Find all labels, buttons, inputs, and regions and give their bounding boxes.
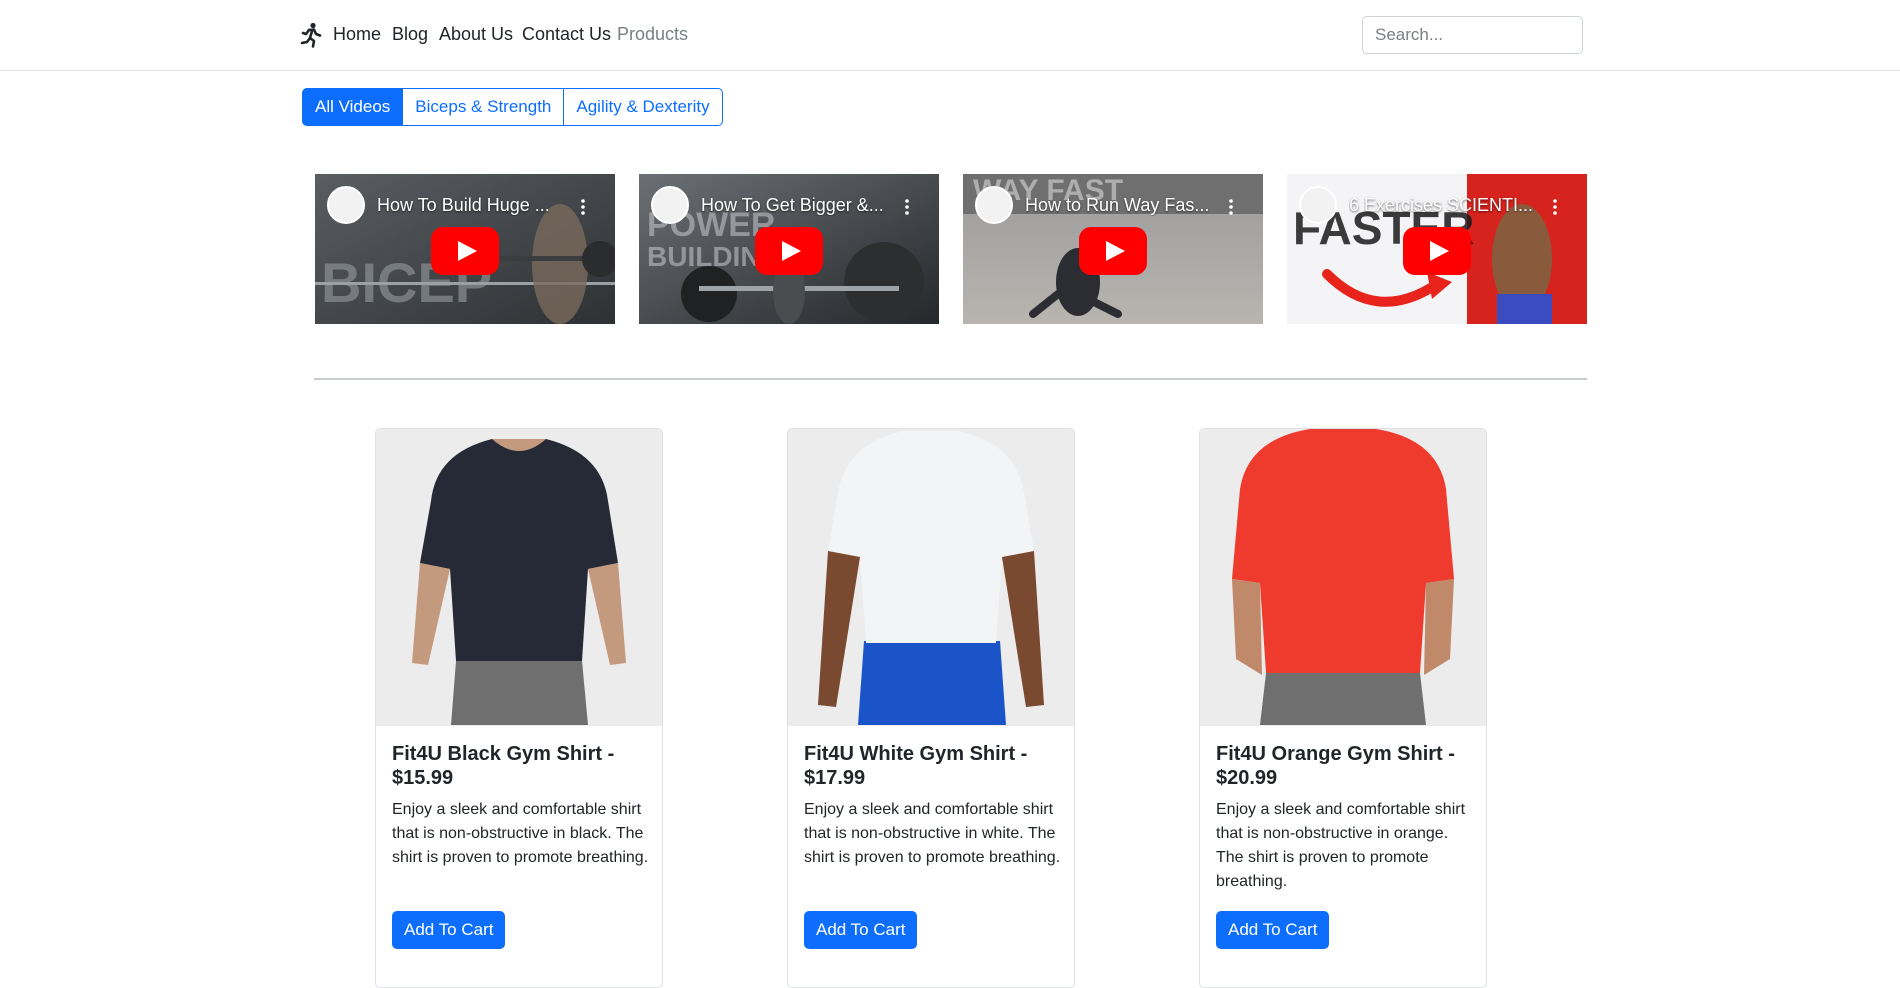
running-person-icon[interactable] [300, 22, 322, 48]
youtube-play-icon[interactable] [1079, 227, 1147, 275]
product-card-white-shirt: Fit4U White Gym Shirt - $17.99 Enjoy a s… [787, 428, 1075, 988]
video-title: How to Run Way Fas... [1025, 195, 1210, 215]
nav-link-blog[interactable]: Blog [392, 22, 428, 46]
video-embed-4[interactable]: FASTER 6 Exercises SCIENTI... [1287, 174, 1587, 324]
shirt-shape [1232, 429, 1454, 673]
section-divider [314, 378, 1587, 380]
video-title: How To Get Bigger &... [701, 195, 884, 215]
filter-all-videos-button[interactable]: All Videos [302, 88, 404, 126]
video-embed-3[interactable]: WAY FAST How to Run Way Fas... [963, 174, 1263, 324]
youtube-play-icon[interactable] [755, 227, 823, 275]
add-to-cart-button[interactable]: Add To Cart [804, 911, 918, 949]
product-title: Fit4U Black Gym Shirt - $15.99 [392, 743, 615, 789]
filter-biceps-strength-button[interactable]: Biceps & Strength [402, 88, 565, 126]
nav-link-about-us[interactable]: About Us [439, 22, 513, 46]
product-image [788, 429, 1074, 726]
channel-avatar [327, 186, 365, 224]
filter-agility-dexterity-button[interactable]: Agility & Dexterity [563, 88, 723, 126]
add-to-cart-button[interactable]: Add To Cart [392, 911, 506, 949]
video-embed-2[interactable]: POWER BUILDING How To Get Bigger &... [639, 174, 939, 324]
product-title: Fit4U Orange Gym Shirt - $20.99 [1216, 743, 1455, 789]
product-description: Enjoy a sleek and comfortable shirt that… [804, 801, 1061, 866]
video-filter-group: All Videos Biceps & Strength Agility & D… [302, 88, 723, 126]
add-to-cart-button[interactable]: Add To Cart [1216, 911, 1330, 949]
more-options-icon[interactable] [581, 199, 585, 215]
nav-link-home[interactable]: Home [333, 22, 381, 46]
search-input[interactable] [1362, 16, 1583, 54]
channel-avatar [1299, 186, 1337, 224]
video-title: 6 Exercises SCIENTI... [1349, 195, 1534, 215]
product-image [1200, 429, 1486, 726]
nav-link-products[interactable]: Products [617, 22, 688, 46]
youtube-play-icon[interactable] [431, 227, 499, 275]
product-description: Enjoy a sleek and comfortable shirt that… [392, 801, 649, 866]
product-description: Enjoy a sleek and comfortable shirt that… [1216, 801, 1466, 890]
product-card-orange-shirt: Fit4U Orange Gym Shirt - $20.99 Enjoy a … [1199, 428, 1487, 988]
product-card-black-shirt: Fit4U Black Gym Shirt - $15.99 Enjoy a s… [375, 428, 663, 988]
channel-avatar [651, 186, 689, 224]
product-title: Fit4U White Gym Shirt - $17.99 [804, 743, 1028, 789]
youtube-play-icon[interactable] [1403, 227, 1471, 275]
more-options-icon[interactable] [905, 199, 909, 215]
video-embed-1[interactable]: BICEP How To Build Huge ... [315, 174, 615, 324]
video-title: How To Build Huge ... [377, 195, 550, 215]
navbar: Home Blog About Us Contact Us Products [0, 0, 1900, 71]
channel-avatar [975, 186, 1013, 224]
more-options-icon[interactable] [1553, 199, 1557, 215]
nav-link-contact-us[interactable]: Contact Us [522, 22, 611, 46]
more-options-icon[interactable] [1229, 199, 1233, 215]
product-image [376, 429, 662, 726]
